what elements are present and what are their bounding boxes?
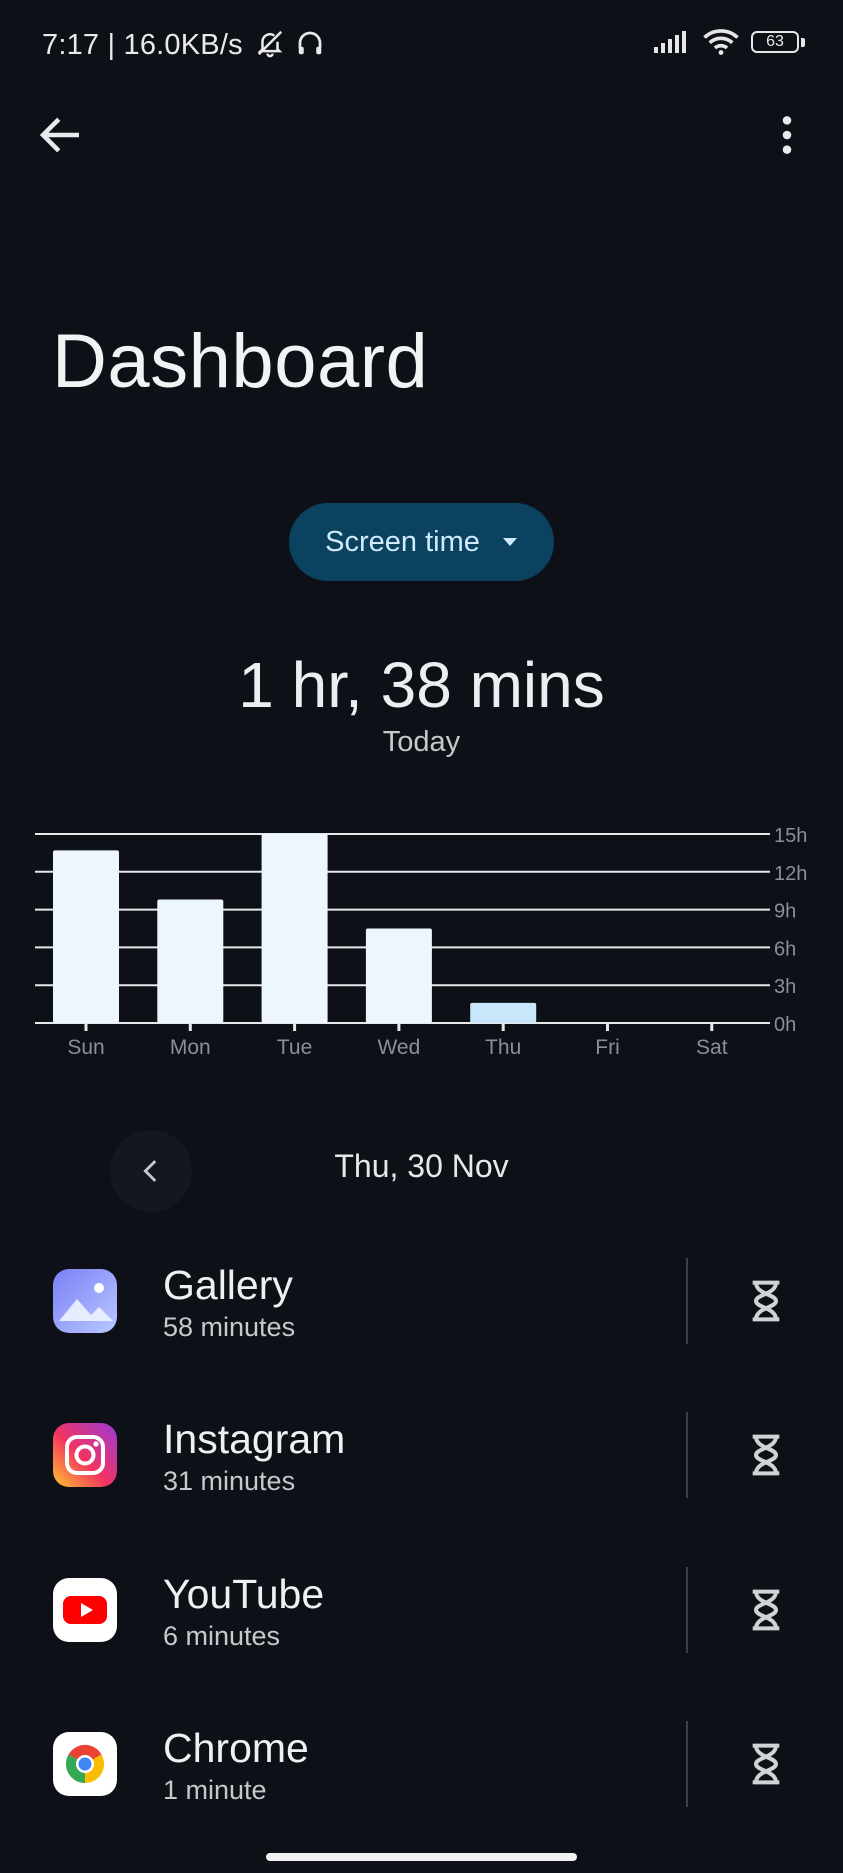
gallery-icon [53, 1269, 117, 1333]
metric-selector-chip[interactable]: Screen time [289, 503, 554, 581]
wifi-icon [703, 29, 739, 55]
status-bar-time: 7:17 | 16.0KB/s [42, 28, 325, 62]
app-timer-button[interactable] [735, 1733, 797, 1795]
headphones-icon [298, 31, 322, 55]
chart-x-tick-label: Wed [377, 1036, 420, 1059]
row-divider [686, 1567, 688, 1653]
instagram-icon [53, 1423, 117, 1487]
app-usage: 31 minutes [163, 1466, 296, 1496]
chart-bar [470, 1002, 537, 1023]
hourglass-icon [752, 1743, 780, 1785]
total-screen-time: 1 hr, 38 mins [238, 649, 605, 721]
home-indicator[interactable] [266, 1853, 577, 1861]
arrow-back-icon [39, 117, 79, 153]
signal-icon [654, 31, 686, 53]
app-row-youtube[interactable]: YouTube 6 minutes [0, 1546, 843, 1676]
chart-x-tick-label: Fri [595, 1036, 620, 1059]
chart-bar [53, 850, 119, 1023]
youtube-icon [53, 1578, 117, 1642]
status-time-text: 7:17 | 16.0KB/s [42, 29, 243, 61]
page-title: Dashboard [52, 319, 429, 404]
app-row-instagram[interactable]: Instagram 31 minutes [0, 1391, 843, 1521]
app-timer-button[interactable] [735, 1270, 797, 1332]
usage-bar-chart: 0h 3h 6h 9h 12h 15h Sun Mon Tue Wed Thu Fri Sat [35, 825, 807, 1059]
battery-indicator: 63 [751, 31, 805, 53]
app-usage: 1 minute [163, 1775, 267, 1805]
chart-bar [365, 928, 432, 1023]
dropdown-arrow-icon [502, 538, 517, 546]
more-options-button[interactable] [760, 108, 814, 162]
chart-y-tick-label: 9h [774, 901, 796, 923]
app-row-chrome[interactable]: Chrome 1 minute [0, 1700, 843, 1830]
app-name: Chrome [163, 1725, 309, 1771]
row-divider [686, 1721, 688, 1807]
app-timer-button[interactable] [735, 1424, 797, 1486]
chart-x-tick-label: Sun [67, 1036, 104, 1059]
chart-y-tick-label: 6h [774, 938, 796, 960]
app-name: YouTube [163, 1571, 325, 1617]
chrome-icon [53, 1732, 117, 1796]
row-divider [686, 1412, 688, 1498]
hourglass-icon [752, 1589, 780, 1631]
chart-y-tick-label: 12h [774, 863, 807, 885]
hourglass-icon [752, 1280, 780, 1322]
chart-bar [261, 834, 328, 1023]
chart-y-tick-label: 15h [774, 825, 807, 847]
current-date-label: Thu, 30 Nov [334, 1148, 509, 1184]
app-name: Instagram [163, 1416, 346, 1462]
chart-bar [157, 899, 224, 1023]
app-name: Gallery [163, 1262, 293, 1308]
battery-level: 63 [766, 33, 784, 50]
chart-y-tick-label: 0h [774, 1014, 796, 1036]
app-timer-button[interactable] [735, 1579, 797, 1641]
chart-x-tick-label: Sat [696, 1036, 728, 1059]
row-divider [686, 1258, 688, 1344]
chart-y-tick-label: 3h [774, 976, 796, 998]
app-row-gallery[interactable]: Gallery 58 minutes [0, 1237, 843, 1367]
bell-off-icon [257, 30, 283, 58]
metric-selector-label: Screen time [325, 525, 480, 558]
chart-x-tick-label: Tue [277, 1036, 312, 1059]
app-usage: 58 minutes [163, 1312, 296, 1342]
total-period-label: Today [382, 726, 461, 758]
hourglass-icon [752, 1434, 780, 1476]
chart-x-tick-label: Thu [485, 1036, 521, 1059]
app-usage: 6 minutes [163, 1621, 281, 1651]
back-button[interactable] [34, 108, 88, 162]
more-vert-icon [782, 116, 792, 154]
status-bar-indicators: 63 [653, 28, 805, 56]
chart-x-tick-label: Mon [170, 1036, 211, 1059]
